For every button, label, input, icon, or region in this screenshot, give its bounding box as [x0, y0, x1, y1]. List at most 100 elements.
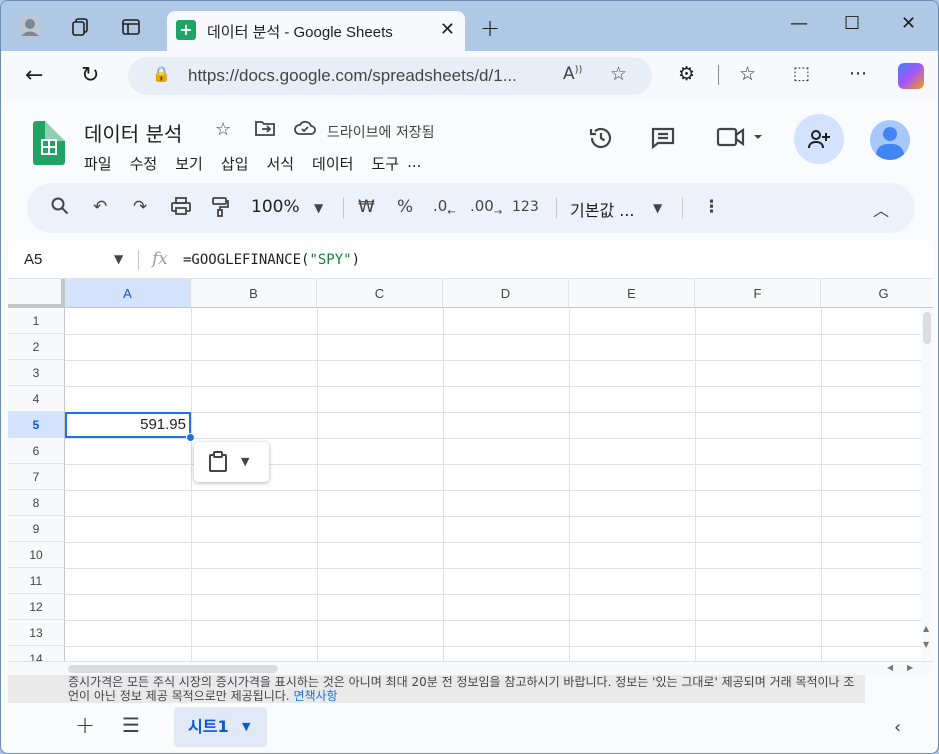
close-window-icon[interactable]: ✕	[901, 13, 916, 34]
row-header-9[interactable]: 9	[8, 516, 65, 542]
extensions-icon[interactable]: ⚙	[678, 63, 695, 85]
new-tab-icon[interactable]: +	[480, 14, 500, 42]
screenshot-icon[interactable]: ⬚	[793, 63, 810, 84]
sheet-tab-dropdown-icon[interactable]: ▼	[242, 707, 250, 747]
sheets-logo-icon[interactable]	[33, 121, 65, 165]
menu-more[interactable]: ...	[407, 151, 421, 176]
move-folder-icon[interactable]	[254, 119, 276, 142]
meet-icon[interactable]	[716, 125, 762, 155]
account-avatar[interactable]	[870, 120, 910, 160]
scroll-right-icon[interactable]: ▶	[907, 663, 913, 672]
row-header-14[interactable]: 14	[8, 646, 65, 661]
copilot-icon[interactable]	[898, 63, 924, 89]
add-sheet-icon[interactable]: +	[75, 711, 95, 739]
row-header-1[interactable]: 1	[8, 308, 65, 334]
function-icon: fx	[152, 249, 168, 269]
scroll-up-icon[interactable]: ▲	[923, 624, 929, 633]
decrease-decimal-button[interactable]: .0←	[433, 197, 456, 218]
favorite-star-icon[interactable]: ☆	[610, 63, 627, 85]
menu-tools[interactable]: 도구	[371, 151, 399, 176]
zoom-dropdown-icon[interactable]: ▼	[314, 201, 323, 215]
column-header-b[interactable]: B	[191, 279, 317, 308]
maximize-icon[interactable]: ☐	[844, 13, 860, 34]
column-header-a[interactable]: A	[65, 279, 191, 308]
collections-icon[interactable]	[67, 14, 93, 40]
vertical-scroll-thumb[interactable]	[923, 312, 931, 344]
fill-handle[interactable]	[186, 433, 195, 442]
row-header-4[interactable]: 4	[8, 386, 65, 412]
horizontal-scrollbar[interactable]: ◀ ▶	[8, 661, 933, 675]
menu-format[interactable]: 서식	[266, 151, 294, 176]
currency-format-button[interactable]: ₩	[358, 197, 375, 217]
cell-a5[interactable]: 591.95	[65, 412, 191, 438]
disclaimer-link[interactable]: 면책사항	[293, 689, 337, 703]
paste-options-chip[interactable]: ▼	[194, 442, 269, 482]
column-header-g[interactable]: G	[821, 279, 933, 308]
document-title[interactable]: 데이터 분석	[84, 118, 182, 147]
scroll-down-icon[interactable]: ▼	[923, 640, 929, 649]
column-header-d[interactable]: D	[443, 279, 569, 308]
all-sheets-icon[interactable]: ☰	[122, 713, 140, 737]
font-dropdown-icon[interactable]: ▼	[653, 201, 662, 215]
paint-format-icon[interactable]	[211, 197, 229, 222]
row-header-3[interactable]: 3	[8, 360, 65, 386]
row-header-6[interactable]: 6	[8, 438, 65, 464]
more-tools-icon[interactable]: ⋮	[703, 197, 720, 217]
formula-input[interactable]: =GOOGLEFINANCE("SPY")	[183, 252, 360, 268]
select-all-corner[interactable]	[8, 279, 65, 308]
row-header-11[interactable]: 11	[8, 568, 65, 594]
back-icon[interactable]: ←	[25, 63, 43, 88]
increase-decimal-button[interactable]: .00→	[470, 197, 502, 218]
favorites-icon[interactable]: ☆	[739, 63, 756, 85]
paste-dropdown-icon[interactable]: ▼	[241, 455, 249, 468]
scroll-left-icon[interactable]: ◀	[887, 663, 893, 672]
profile-icon[interactable]	[17, 14, 43, 40]
zoom-select[interactable]: 100%	[251, 197, 300, 217]
row-header-7[interactable]: 7	[8, 464, 65, 490]
grid-line	[65, 594, 921, 595]
row-header-12[interactable]: 12	[8, 594, 65, 620]
browser-tab[interactable]: + 데이터 분석 - Google Sheets ✕	[167, 11, 465, 51]
menu-file[interactable]: 파일	[84, 151, 112, 176]
horizontal-scroll-thumb[interactable]	[68, 665, 278, 673]
column-header-e[interactable]: E	[569, 279, 695, 308]
spreadsheet-grid[interactable]: A B C D E F G 1 2 3 4 5 6 7 8 9 10 11 12…	[8, 279, 933, 661]
close-tab-icon[interactable]: ✕	[440, 19, 455, 40]
percent-format-button[interactable]: %	[397, 197, 413, 217]
refresh-icon[interactable]: ↻	[81, 63, 99, 88]
star-icon[interactable]: ☆	[215, 119, 231, 140]
share-button[interactable]	[794, 114, 844, 164]
menu-data[interactable]: 데이터	[312, 151, 353, 176]
name-box-dropdown-icon[interactable]: ▼	[114, 252, 123, 266]
number-format-button[interactable]: 123	[512, 199, 539, 215]
sheet-nav-collapse-icon[interactable]: ‹	[894, 717, 901, 738]
site-info-icon[interactable]: 🔒	[152, 65, 171, 83]
minimize-icon[interactable]: —	[790, 13, 808, 34]
more-options-icon[interactable]: ⋯	[849, 63, 867, 84]
row-header-10[interactable]: 10	[8, 542, 65, 568]
tab-actions-icon[interactable]	[118, 14, 144, 40]
comments-icon[interactable]	[650, 125, 676, 157]
column-header-c[interactable]: C	[317, 279, 443, 308]
cloud-saved-icon[interactable]	[293, 119, 317, 142]
row-header-2[interactable]: 2	[8, 334, 65, 360]
redo-icon[interactable]: ↷	[133, 197, 147, 217]
menu-view[interactable]: 보기	[175, 151, 203, 176]
sheet-tab-active[interactable]: 시트1 ▼	[174, 707, 267, 747]
name-box[interactable]: A5	[24, 251, 42, 268]
vertical-scrollbar[interactable]: ▲ ▼	[921, 308, 933, 661]
search-icon[interactable]	[51, 197, 69, 220]
menu-insert[interactable]: 삽입	[221, 151, 249, 176]
row-header-5[interactable]: 5	[8, 412, 65, 438]
font-select[interactable]: 기본값 ...	[570, 197, 635, 221]
row-header-8[interactable]: 8	[8, 490, 65, 516]
print-icon[interactable]	[171, 197, 191, 220]
read-aloud-icon[interactable]: A))	[563, 64, 582, 84]
menu-edit[interactable]: 수정	[130, 151, 158, 176]
row-header-13[interactable]: 13	[8, 620, 65, 646]
version-history-icon[interactable]	[588, 125, 614, 157]
column-header-f[interactable]: F	[695, 279, 821, 308]
address-bar[interactable]: 🔒 https://docs.google.com/spreadsheets/d…	[128, 57, 652, 95]
undo-icon[interactable]: ↶	[93, 197, 107, 217]
collapse-menus-icon[interactable]: ︿	[873, 197, 889, 221]
